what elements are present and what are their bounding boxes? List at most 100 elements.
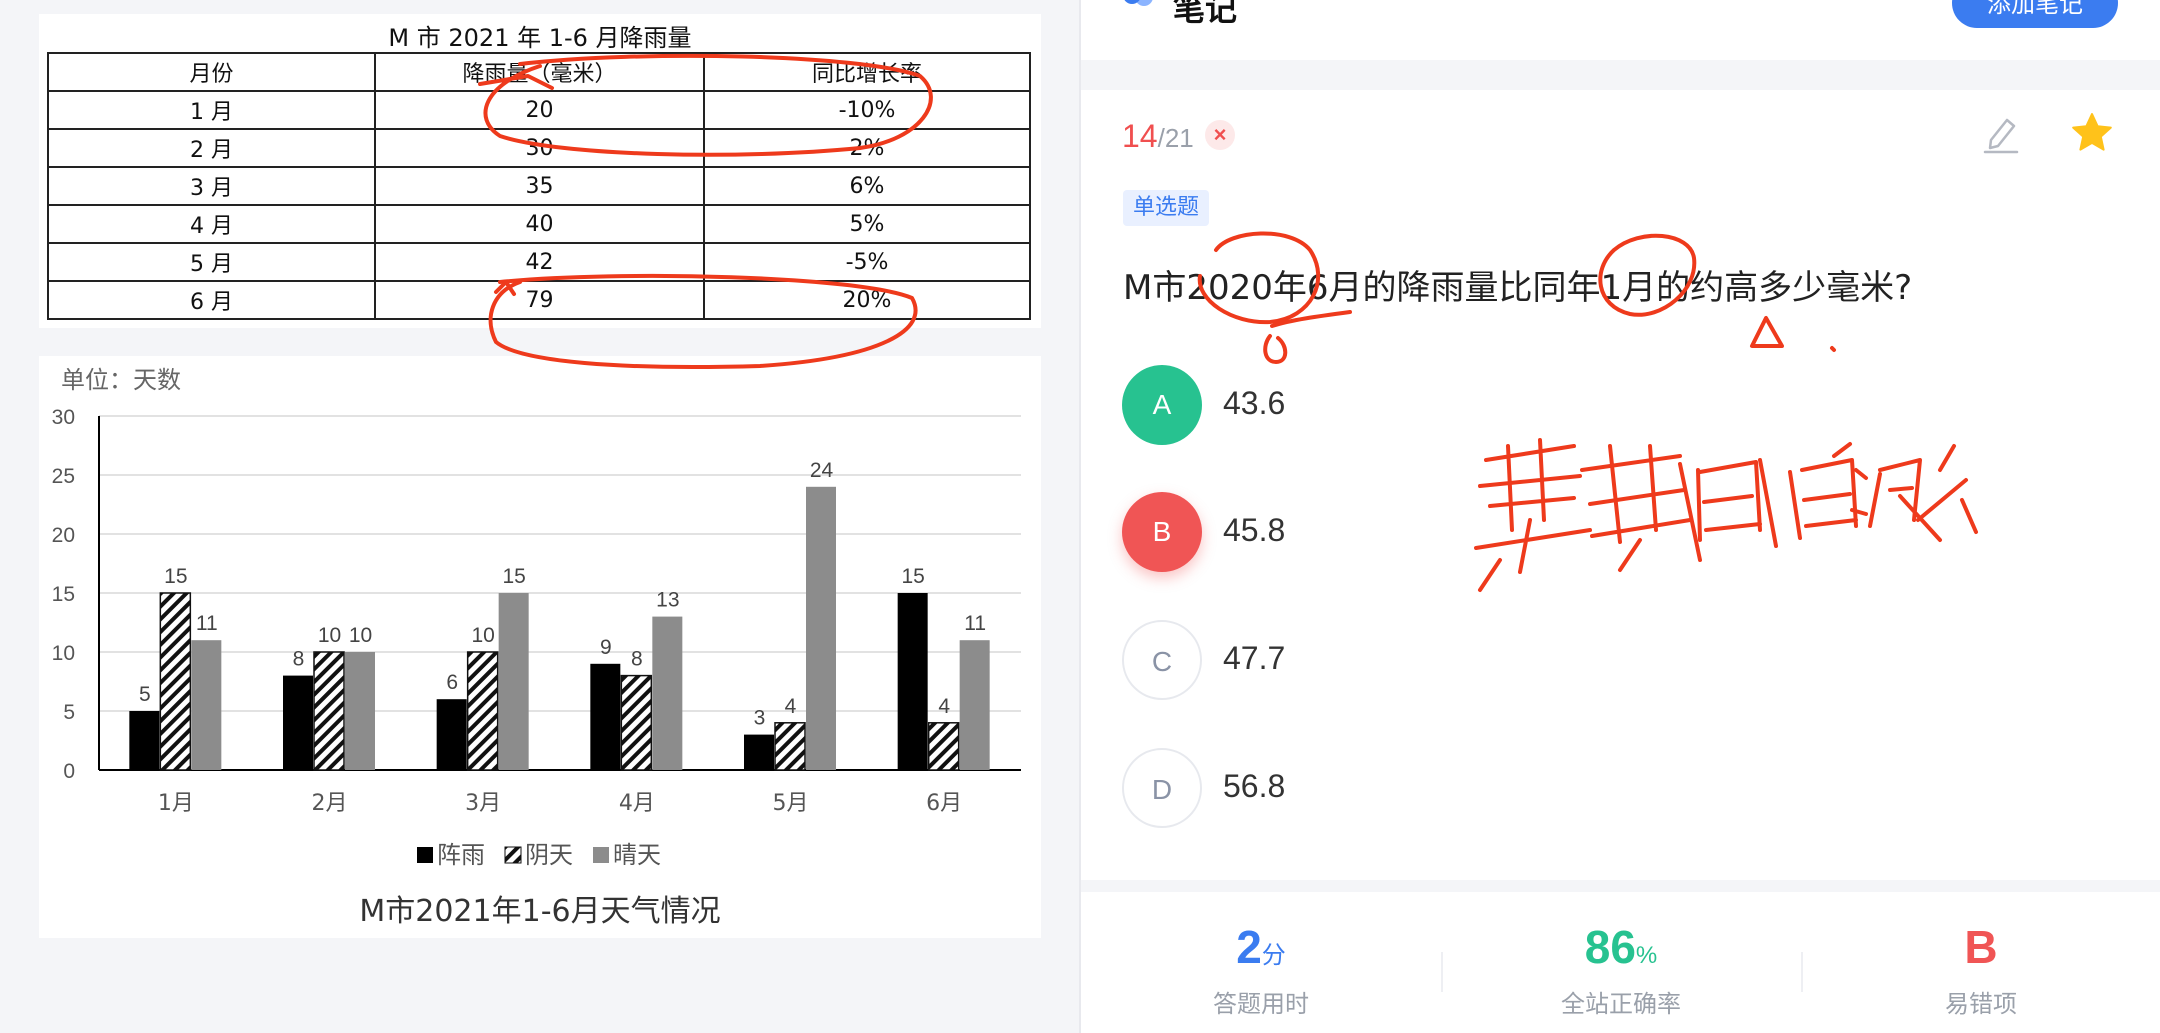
table-cell: 6%	[703, 166, 1031, 206]
stat-answer-time: 2分 答题用时	[1081, 892, 1441, 1019]
stat-wrong-label: 易错项	[1945, 990, 2017, 1018]
rainfall-table: 月份 降雨量（毫米） 同比增长率 1 月 20 -10% 2 月 30 2% 3…	[47, 52, 1031, 320]
table-header-cell: 降雨量（毫米）	[374, 52, 705, 92]
table-cell: 42	[374, 242, 705, 282]
option-a[interactable]: A 43.6	[1122, 365, 2022, 445]
edit-icon[interactable]	[1979, 112, 2023, 156]
x-tick-label: 2月	[312, 791, 348, 816]
chart-title: M市2021年1-6月天气情况	[359, 894, 720, 929]
x-tick-label: 4月	[619, 791, 655, 816]
weather-chart-card: 单位：天数 0 5 10 15 20 25 30 5 15 11 8 10 10 6 10 15 9 8 13 3 4…	[39, 356, 1041, 938]
x-tick-label: 5月	[773, 791, 809, 816]
option-letter: C	[1122, 620, 1202, 700]
bar-阴天	[927, 722, 960, 771]
stat-wrong-value: B	[1964, 921, 1998, 973]
table-cell: 5%	[703, 204, 1031, 244]
stat-time-unit: 分	[1261, 942, 1286, 969]
table-cell: -10%	[703, 90, 1031, 130]
data-label: 15	[164, 565, 187, 588]
bar-阴天	[774, 722, 806, 771]
legend-label: 阴天	[525, 841, 573, 869]
note-icon	[1123, 0, 1153, 10]
table-cell: 30	[374, 128, 705, 168]
question-index: 14/21	[1122, 118, 1194, 155]
bar-阵雨	[897, 593, 928, 770]
table-cell: 35	[374, 166, 705, 206]
question-number: 14	[1122, 118, 1158, 154]
bar-阵雨	[590, 663, 621, 770]
option-text: 43.6	[1223, 385, 1286, 421]
bar-晴天	[806, 486, 836, 770]
weather-bar-chart: 单位：天数 051015202530 51511810 1061015981334…	[52, 366, 1021, 929]
table-row: 5 月 42 -5%	[47, 242, 1031, 282]
bar-阵雨	[283, 675, 313, 770]
data-label: 11	[964, 612, 986, 635]
y-tick-label: 15	[52, 583, 75, 606]
rainfall-table-card: M 市 2021 年 1-6 月降雨量 月份 降雨量（毫米） 同比增长率 1 月…	[39, 14, 1041, 328]
y-tick-label: 10	[52, 642, 75, 665]
table-title: M 市 2021 年 1-6 月降雨量	[388, 24, 692, 52]
stat-time-label: 答题用时	[1213, 990, 1309, 1018]
table-header-cell: 同比增长率	[703, 52, 1031, 92]
stat-accuracy-label: 全站正确率	[1561, 990, 1681, 1018]
option-text: 56.8	[1223, 768, 1286, 804]
data-label: 5	[139, 683, 151, 706]
option-d[interactable]: D 56.8	[1122, 748, 2022, 828]
option-letter: D	[1122, 748, 1202, 828]
option-c[interactable]: C 47.7	[1122, 620, 2022, 700]
bar-阴天	[159, 592, 192, 771]
y-tick-label: 5	[63, 701, 75, 724]
star-icon[interactable]	[2069, 110, 2115, 156]
table-cell: -5%	[703, 242, 1031, 282]
data-label: 15	[502, 565, 525, 588]
legend-swatch	[593, 847, 609, 863]
close-icon: ×	[1205, 120, 1235, 150]
question-stem: M市2020年6月的降雨量比同年1月的约高多少毫米?	[1123, 268, 1913, 308]
data-label: 6	[446, 671, 458, 694]
stat-accuracy-unit: %	[1635, 942, 1658, 969]
option-letter: A	[1122, 365, 1202, 445]
data-label: 24	[810, 459, 834, 482]
stat-time-value: 2	[1236, 921, 1262, 973]
table-cell: 20%	[703, 280, 1031, 320]
data-label: 11	[196, 612, 218, 635]
y-tick-label: 20	[52, 524, 75, 547]
stat-accuracy: 86% 全站正确率	[1441, 892, 1801, 1019]
bar-阵雨	[129, 711, 160, 770]
note-header: 笔记 添加笔记	[1081, 0, 2160, 60]
option-text: 45.8	[1223, 512, 1286, 548]
question-card: 14/21 × 单选题 M市2020年6月的降雨量比同年1月的约高多少毫米? A…	[1081, 90, 2160, 880]
y-tick-label: 25	[52, 465, 75, 488]
legend-label: 晴天	[613, 841, 661, 869]
question-pane: 笔记 添加笔记 14/21 × 单选题 M市2020年6月的降雨量比同年1月的约…	[1079, 0, 2160, 1033]
bar-阴天	[313, 651, 345, 771]
question-total: /21	[1157, 123, 1194, 153]
data-label: 8	[293, 648, 305, 671]
table-cell: 6 月	[47, 280, 376, 320]
table-row: 1 月 20 -10%	[47, 90, 1031, 130]
table-cell: 4 月	[47, 204, 376, 244]
data-label: 4	[938, 695, 950, 718]
y-tick-label: 0	[63, 760, 75, 783]
bar-阴天	[466, 651, 499, 771]
table-row: 4 月 40 5%	[47, 204, 1031, 244]
option-b[interactable]: B 45.8	[1122, 492, 2022, 572]
data-label: 10	[349, 624, 372, 647]
table-cell: 20	[374, 90, 705, 130]
stat-common-wrong: B 易错项	[1801, 892, 2160, 1019]
data-label: 15	[901, 565, 924, 588]
data-label: 3	[754, 707, 766, 730]
chart-unit-label: 单位：天数	[61, 366, 181, 394]
question-material-pane: M 市 2021 年 1-6 月降雨量 月份 降雨量（毫米） 同比增长率 1 月…	[0, 0, 1078, 1033]
x-tick-label: 6月	[926, 791, 962, 816]
table-row: 6 月 79 20%	[47, 280, 1031, 320]
option-text: 47.7	[1223, 640, 1286, 676]
bar-晴天	[652, 616, 683, 770]
legend-label: 阵雨	[437, 841, 485, 869]
data-label: 13	[656, 589, 679, 612]
add-note-button[interactable]: 添加笔记	[1952, 0, 2118, 28]
bar-晴天	[498, 593, 529, 770]
table-cell: 79	[374, 280, 705, 320]
table-header-row: 月份 降雨量（毫米） 同比增长率	[47, 52, 1031, 92]
data-label: 9	[600, 636, 612, 659]
